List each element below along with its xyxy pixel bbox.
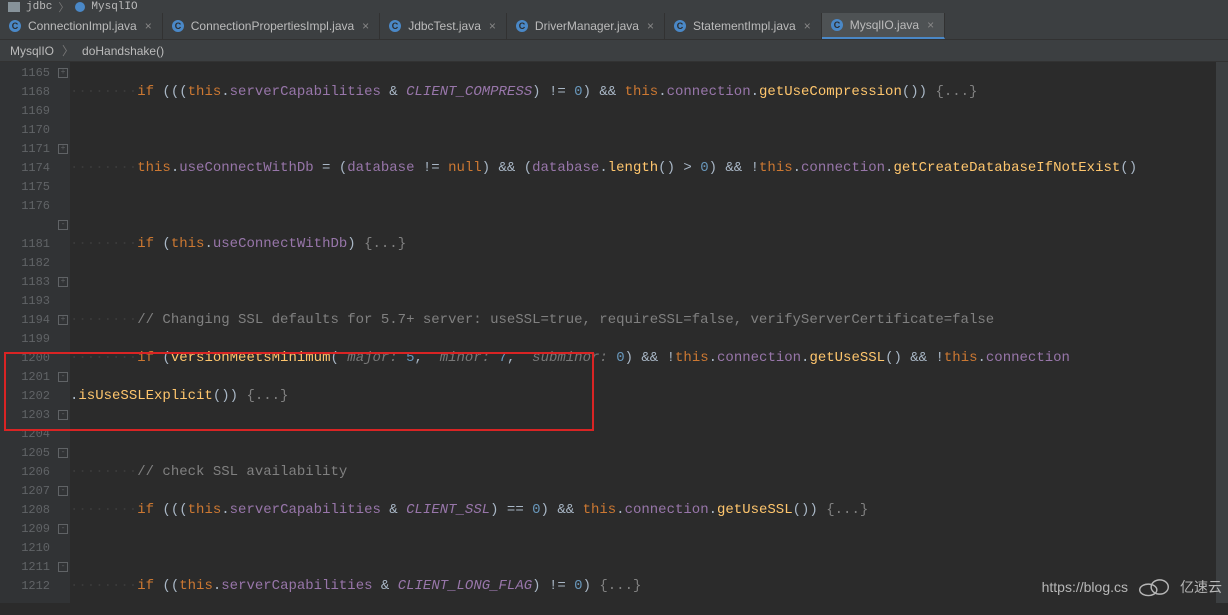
line-number (0, 596, 50, 615)
fold-toggle-icon[interactable]: - (58, 372, 68, 382)
line-number: 1171 (0, 140, 50, 159)
folder-icon (8, 2, 20, 12)
line-number: 1182 (0, 254, 50, 273)
cloud-icon (1136, 577, 1172, 597)
java-class-icon: C (388, 19, 402, 33)
line-number: 1200 (0, 349, 50, 368)
watermark-brand: 亿速云 (1180, 577, 1222, 597)
close-icon[interactable]: × (143, 19, 154, 33)
editor-tabs: C ConnectionImpl.java × C ConnectionProp… (0, 14, 1228, 40)
close-icon[interactable]: × (487, 19, 498, 33)
line-number: 1209 (0, 520, 50, 539)
svg-text:C: C (175, 21, 182, 31)
svg-text:C: C (392, 21, 399, 31)
line-number: 1165 (0, 64, 50, 83)
fold-toggle-icon[interactable]: - (58, 220, 68, 230)
line-number: 1174 (0, 159, 50, 178)
line-number (0, 216, 50, 235)
line-number: 1212 (0, 577, 50, 596)
java-class-icon: C (171, 19, 185, 33)
line-number: 1206 (0, 463, 50, 482)
fold-column: + + - + + - - - - - - (56, 62, 70, 603)
tab-statementimpl[interactable]: C StatementImpl.java × (665, 13, 822, 39)
tab-connectionpropertiesimpl[interactable]: C ConnectionPropertiesImpl.java × (163, 13, 380, 39)
fold-toggle-icon[interactable]: + (58, 68, 68, 78)
watermark: https://blog.cs 亿速云 (1042, 577, 1222, 597)
fold-toggle-icon[interactable]: - (58, 524, 68, 534)
line-number: 1194 (0, 311, 50, 330)
fold-toggle-icon[interactable]: - (58, 448, 68, 458)
line-number: 1176 (0, 197, 50, 216)
fold-toggle-icon[interactable]: - (58, 410, 68, 420)
watermark-url: https://blog.cs (1042, 579, 1128, 595)
tab-connectionimpl[interactable]: C ConnectionImpl.java × (0, 13, 163, 39)
line-number: 1202 (0, 387, 50, 406)
tab-label: MysqlIO.java (850, 18, 919, 32)
crumb-method[interactable]: doHandshake() (82, 44, 164, 58)
line-number: 1193 (0, 292, 50, 311)
line-number: 1181 (0, 235, 50, 254)
method-breadcrumb: MysqlIO 〉 doHandshake() (0, 40, 1228, 62)
fold-toggle-icon[interactable]: - (58, 486, 68, 496)
code-editor[interactable]: 11651168116911701171117411751176 11811182… (0, 62, 1228, 603)
scrollbar[interactable] (1216, 62, 1228, 603)
fold-toggle-icon[interactable]: + (58, 315, 68, 325)
project-breadcrumb: jdbc 〉 MysqlIO (0, 0, 1228, 14)
fold-toggle-icon[interactable]: + (58, 144, 68, 154)
java-class-icon: C (830, 18, 844, 32)
line-number: 1207 (0, 482, 50, 501)
close-icon[interactable]: × (360, 19, 371, 33)
line-number: 1210 (0, 539, 50, 558)
tab-mysqlio[interactable]: C MysqlIO.java × (822, 13, 945, 39)
line-number: 1208 (0, 501, 50, 520)
crumb-separator: 〉 (62, 42, 74, 59)
tab-label: ConnectionImpl.java (28, 19, 137, 33)
class-icon (75, 2, 85, 12)
svg-text:C: C (519, 21, 526, 31)
crumb-item[interactable]: MysqlIO (91, 1, 137, 13)
tab-label: ConnectionPropertiesImpl.java (191, 19, 354, 33)
line-number: 1205 (0, 444, 50, 463)
line-number: 1204 (0, 425, 50, 444)
close-icon[interactable]: × (645, 19, 656, 33)
tab-label: StatementImpl.java (693, 19, 796, 33)
fold-toggle-icon[interactable]: + (58, 277, 68, 287)
line-number: 1201 (0, 368, 50, 387)
close-icon[interactable]: × (802, 19, 813, 33)
crumb-class[interactable]: MysqlIO (10, 44, 54, 58)
line-number: 1183 (0, 273, 50, 292)
close-icon[interactable]: × (925, 18, 936, 32)
line-number: 1203 (0, 406, 50, 425)
line-number: 1211 (0, 558, 50, 577)
line-number: 1175 (0, 178, 50, 197)
tab-label: JdbcTest.java (408, 19, 481, 33)
code-area[interactable]: ········if (((this.serverCapabilities & … (70, 62, 1228, 603)
tab-drivermanager[interactable]: C DriverManager.java × (507, 13, 665, 39)
java-class-icon: C (673, 19, 687, 33)
line-number: 1170 (0, 121, 50, 140)
tab-label: DriverManager.java (535, 19, 639, 33)
crumb-item[interactable]: jdbc (26, 1, 52, 13)
line-number: 1168 (0, 83, 50, 102)
line-number: 1199 (0, 330, 50, 349)
line-number-gutter: 11651168116911701171117411751176 11811182… (0, 62, 56, 603)
tab-jdbctest[interactable]: C JdbcTest.java × (380, 13, 507, 39)
svg-text:C: C (677, 21, 684, 31)
line-number: 1169 (0, 102, 50, 121)
java-class-icon: C (515, 19, 529, 33)
svg-text:C: C (12, 21, 19, 31)
fold-toggle-icon[interactable]: - (58, 562, 68, 572)
svg-text:C: C (833, 20, 840, 30)
java-class-icon: C (8, 19, 22, 33)
